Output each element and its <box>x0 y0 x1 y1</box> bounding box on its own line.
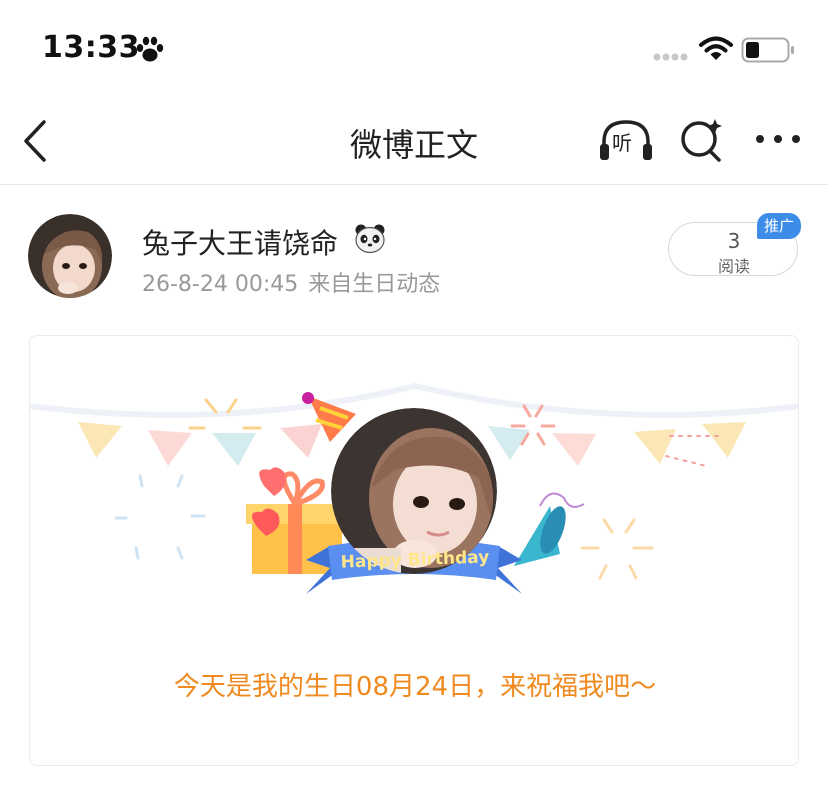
listen-label: 听 <box>612 131 632 155</box>
status-time: 13:33 <box>42 30 140 65</box>
panda-icon <box>355 224 385 254</box>
search-icon[interactable] <box>679 117 725 163</box>
wifi-icon <box>699 36 733 60</box>
more-options-icon[interactable] <box>754 131 802 147</box>
nav-divider <box>0 184 828 185</box>
paw-icon <box>136 36 164 62</box>
username[interactable]: 兔子大王请饶命 <box>142 222 338 262</box>
post-source: 来自生日动态 <box>308 272 441 297</box>
user-avatar[interactable] <box>28 214 112 298</box>
promo-badge[interactable]: 推广 <box>757 213 801 239</box>
birthday-message: 今天是我的生日08月24日，来祝福我吧～ <box>173 672 657 702</box>
cellular-signal-icon <box>653 53 688 61</box>
post-meta: 26-8-24 00:45 来自生日动态 <box>142 266 440 298</box>
read-label: 阅读 <box>717 257 750 276</box>
birthday-card[interactable]: Happy Birthday 今天是我的生日08月24日，来祝福我吧～ <box>29 335 799 766</box>
battery-icon <box>741 37 794 63</box>
post-date: 26-8-24 00:45 <box>142 272 299 297</box>
